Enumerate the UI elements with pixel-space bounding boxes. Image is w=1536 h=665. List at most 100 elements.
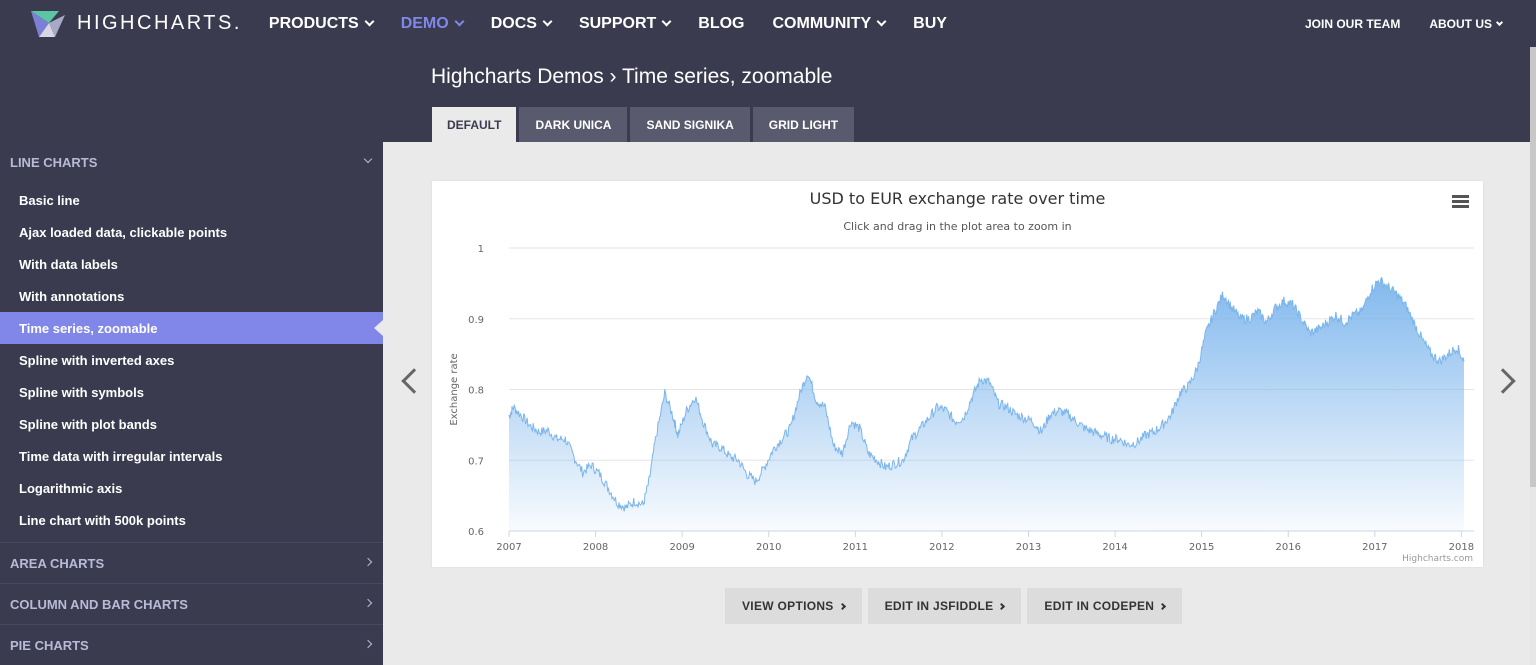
nav-label: DEMO xyxy=(400,14,449,32)
tab-sand-signika[interactable]: SAND SIGNIKA xyxy=(630,107,750,142)
sidebar-group-label: LINE CHARTS xyxy=(10,154,98,170)
nav-label: PRODUCTS xyxy=(268,14,359,32)
tab-dark-unica[interactable]: DARK UNICA xyxy=(519,107,628,142)
x-tick-label: 2010 xyxy=(756,542,781,553)
highcharts-logo[interactable]: HIGHCHARTS. xyxy=(29,7,242,41)
sidebar-item-spline-with-inverted-axes[interactable]: Spline with inverted axes xyxy=(0,344,383,376)
chevron-down-icon xyxy=(363,154,373,164)
edit-in-codepen-button[interactable]: EDIT IN CODEPEN xyxy=(1027,588,1183,624)
demo-actions: VIEW OPTIONS EDIT IN JSFIDDLE EDIT IN CODE… xyxy=(725,588,1188,624)
chart-subtitle: Click and drag in the plot area to zoom … xyxy=(843,220,1072,233)
chevron-down-icon xyxy=(1495,18,1504,26)
nav-label: ABOUT US xyxy=(1429,16,1492,31)
x-tick-label: 2011 xyxy=(843,542,868,553)
nav-products[interactable]: PRODUCTS xyxy=(268,14,375,33)
nav-buy[interactable]: BUY xyxy=(913,15,947,33)
sidebar-group-label: COLUMN AND BAR CHARTS xyxy=(10,596,188,612)
nav-label: JOIN OUR TEAM xyxy=(1304,16,1401,31)
nav-about-us[interactable]: ABOUT US xyxy=(1429,16,1504,31)
nav-support[interactable]: SUPPORT xyxy=(578,14,672,33)
button-label: VIEW OPTIONS xyxy=(742,599,834,613)
sidebar-item-time-series-zoomable[interactable]: Time series, zoomable xyxy=(0,312,383,344)
chevron-down-icon xyxy=(454,16,465,27)
tab-grid-light[interactable]: GRID LIGHT xyxy=(752,107,855,142)
button-label: EDIT IN CODEPEN xyxy=(1044,599,1155,613)
page-title: Highcharts Demos › Time series, zoomable xyxy=(431,65,833,88)
sidebar-item-time-data-with-irregular-intervals[interactable]: Time data with irregular intervals xyxy=(0,440,383,472)
chevron-down-icon xyxy=(876,16,887,27)
nav-demo[interactable]: DEMO xyxy=(400,14,465,33)
x-tick-label: 2012 xyxy=(929,542,954,553)
theme-tabs: DEFAULT DARK UNICA SAND SIGNIKA GRID LIGHT xyxy=(432,107,857,142)
chevron-right-icon xyxy=(363,639,373,649)
sidebar-group-area-charts[interactable]: AREA CHARTS xyxy=(0,543,383,584)
sidebar-group-pie-charts[interactable]: PIE CHARTS xyxy=(0,625,383,665)
button-label: EDIT IN JSFIDDLE xyxy=(884,599,994,613)
chart-menu-icon[interactable] xyxy=(1452,195,1469,208)
chevron-right-icon xyxy=(363,598,373,608)
nav-label: SUPPORT xyxy=(578,14,657,32)
chevron-right-icon xyxy=(838,602,846,610)
x-tick-label: 2017 xyxy=(1362,542,1387,553)
chart-credits[interactable]: Highcharts.com xyxy=(1402,554,1473,564)
x-tick-label: 2013 xyxy=(1016,542,1041,553)
sidebar-item-line-chart-with-500k-points[interactable]: Line chart with 500k points xyxy=(0,504,383,536)
highcharts-logo-icon xyxy=(31,10,65,37)
chart-container[interactable]: 0.6 0.7 0.8 0.9 1 2007 2008 2009 2010 2011 2012 201… xyxy=(432,181,1483,567)
previous-demo-arrow-icon[interactable] xyxy=(399,365,415,395)
sidebar-group-column-and-bar-charts[interactable]: COLUMN AND BAR CHARTS xyxy=(0,584,383,625)
x-tick-label: 2009 xyxy=(669,542,694,553)
sidebar-groups: AREA CHARTS COLUMN AND BAR CHARTS PIE CHAR… xyxy=(0,543,383,665)
y-tick-label: 1 xyxy=(478,244,484,255)
y-tick-label: 0.7 xyxy=(468,456,484,467)
sidebar-item-logarithmic-axis[interactable]: Logarithmic axis xyxy=(0,472,383,504)
chevron-down-icon xyxy=(542,16,553,27)
nav-label: COMMUNITY xyxy=(772,14,872,32)
x-tick-label: 2014 xyxy=(1102,542,1127,553)
x-tick-label: 2008 xyxy=(583,542,608,553)
chart-title: USD to EUR exchange rate over time xyxy=(809,189,1106,208)
y-tick-label: 0.8 xyxy=(468,386,484,397)
nav-label: BUY xyxy=(913,14,947,32)
tab-default[interactable]: DEFAULT xyxy=(432,107,517,142)
scrollbar-thumb[interactable] xyxy=(1530,47,1536,487)
sidebar-item-basic-line[interactable]: Basic line xyxy=(0,184,383,216)
chevron-right-icon xyxy=(998,602,1006,610)
sidebar-group-line-charts[interactable]: LINE CHARTS xyxy=(0,142,383,182)
brand-name: HIGHCHARTS. xyxy=(77,12,242,34)
nav-label: DOCS xyxy=(490,14,537,32)
y-tick-label: 0.9 xyxy=(468,315,484,326)
page-scrollbar[interactable] xyxy=(1530,47,1536,665)
sidebar-item-with-data-labels[interactable]: With data labels xyxy=(0,248,383,280)
chart-plot-area[interactable]: 0.6 0.7 0.8 0.9 1 2007 2008 2009 2010 2011 2012 201… xyxy=(432,181,1483,567)
nav-community[interactable]: COMMUNITY xyxy=(772,14,887,33)
x-tick-label: 2016 xyxy=(1276,542,1301,553)
y-tick-label: 0.6 xyxy=(468,527,484,538)
next-demo-arrow-icon[interactable] xyxy=(1496,365,1512,395)
sidebar-item-spline-with-plot-bands[interactable]: Spline with plot bands xyxy=(0,408,383,440)
series-area xyxy=(509,277,1464,531)
y-axis-title: Exchange rate xyxy=(449,353,460,425)
sidebar: LINE CHARTS Basic line Ajax loaded data, … xyxy=(0,142,383,665)
edit-in-jsfiddle-button[interactable]: EDIT IN JSFIDDLE xyxy=(867,588,1022,624)
nav-blog[interactable]: BLOG xyxy=(698,15,744,33)
sidebar-item-spline-with-symbols[interactable]: Spline with symbols xyxy=(0,376,383,408)
nav-join-our-team[interactable]: JOIN OUR TEAM xyxy=(1305,17,1400,31)
top-navigation: HIGHCHARTS. PRODUCTS DEMO DOCS SUPPORT BLOG C… xyxy=(0,0,1536,47)
page-header: Highcharts Demos › Time series, zoomable… xyxy=(0,47,1536,142)
sidebar-item-ajax-loaded-data-clickable-points[interactable]: Ajax loaded data, clickable points xyxy=(0,216,383,248)
sidebar-item-with-annotations[interactable]: With annotations xyxy=(0,280,383,312)
chevron-down-icon xyxy=(364,16,375,27)
chevron-right-icon xyxy=(1159,602,1167,610)
sidebar-group-label: PIE CHARTS xyxy=(10,637,89,653)
x-tick-label: 2018 xyxy=(1449,542,1474,553)
main-menu: PRODUCTS DEMO DOCS SUPPORT BLOG COMMUNITY BUY xyxy=(269,15,975,33)
chevron-down-icon xyxy=(661,16,672,27)
nav-docs[interactable]: DOCS xyxy=(490,14,553,33)
view-options-button[interactable]: VIEW OPTIONS xyxy=(725,588,862,624)
x-tick-label: 2007 xyxy=(496,542,521,553)
x-tick-label: 2015 xyxy=(1189,542,1214,553)
sidebar-list: Basic line Ajax loaded data, clickable po… xyxy=(0,182,383,543)
chevron-right-icon xyxy=(363,557,373,567)
nav-label: BLOG xyxy=(698,14,745,32)
